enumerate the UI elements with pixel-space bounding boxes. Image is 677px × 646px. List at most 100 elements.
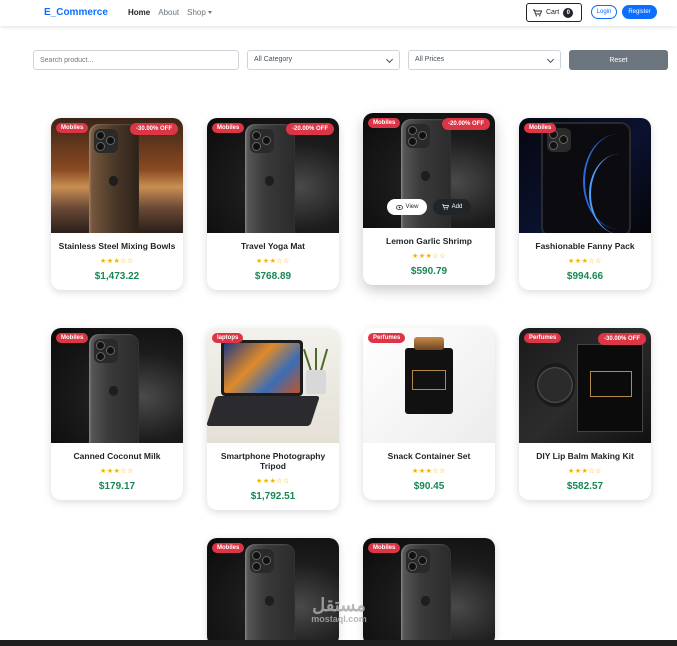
phone-graphic <box>245 124 295 233</box>
rating-stars: ★★★☆☆ <box>256 478 290 485</box>
product-price: $1,473.22 <box>94 271 140 282</box>
view-button[interactable]: View <box>387 199 427 215</box>
category-badge: Mobiles <box>368 543 401 553</box>
cart-label: Cart <box>546 9 560 16</box>
login-button[interactable]: Login <box>591 5 617 19</box>
product-price: $90.45 <box>413 481 445 492</box>
product-card[interactable]: Mobiles <box>207 538 339 646</box>
discount-badge: -30.00% OFF <box>129 123 178 135</box>
product-image[interactable]: Mobiles <box>51 328 183 443</box>
phone-graphic <box>401 544 451 646</box>
product-name[interactable]: Fashionable Fanny Pack <box>525 241 645 251</box>
camera-module <box>250 549 274 573</box>
product-price: $994.66 <box>566 271 604 282</box>
category-select[interactable]: All Category <box>247 50 400 70</box>
camera-module <box>250 129 274 153</box>
apple-logo-icon <box>109 176 118 186</box>
phone-graphic <box>245 544 295 646</box>
product-card[interactable]: Mobiles -20.00% OFF View Add Lemon Garli… <box>363 113 495 285</box>
category-badge: laptops <box>212 333 244 343</box>
category-badge: Mobiles <box>524 123 557 133</box>
brand-logo[interactable]: E_Commerce <box>44 7 108 18</box>
product-card[interactable]: Perfumes Snack Container Set ★★★☆☆ $90.4… <box>363 328 495 500</box>
gift-box-graphic <box>577 344 643 432</box>
reset-button[interactable]: Reset <box>569 50 668 70</box>
product-name[interactable]: Snack Container Set <box>369 451 489 461</box>
product-image[interactable]: Perfumes <box>363 328 495 443</box>
product-name[interactable]: Travel Yoga Mat <box>213 241 333 251</box>
discount-badge: -20.00% OFF <box>441 118 490 130</box>
product-image[interactable]: Mobiles -30.00% OFF <box>51 118 183 233</box>
category-badge: Mobiles <box>368 118 401 128</box>
search-input[interactable] <box>33 50 239 70</box>
product-name[interactable]: Canned Coconut Milk <box>57 451 177 461</box>
add-to-cart-button[interactable]: Add <box>433 199 471 215</box>
nav-links: Home About Shop <box>128 8 212 17</box>
product-price: $590.79 <box>410 266 448 277</box>
phone-graphic <box>89 334 139 443</box>
category-badge: Mobiles <box>212 123 245 133</box>
laptop-keyboard <box>207 396 320 426</box>
product-card[interactable]: laptops Smartphone Photography Tripod ★★… <box>207 328 339 510</box>
product-image[interactable]: Mobiles -20.00% OFF <box>207 118 339 233</box>
bottom-bar <box>0 640 677 646</box>
rating-stars: ★★★☆☆ <box>568 468 602 475</box>
rating-stars: ★★★☆☆ <box>100 258 134 265</box>
category-badge: Perfumes <box>368 333 406 343</box>
product-image[interactable]: Mobiles <box>519 118 651 233</box>
product-card[interactable]: Perfumes -30.00% OFF DIY Lip Balm Making… <box>519 328 651 500</box>
product-card[interactable]: Mobiles -30.00% OFF Stainless Steel Mixi… <box>51 118 183 290</box>
camera-module <box>406 124 430 148</box>
category-badge: Mobiles <box>212 543 245 553</box>
cart-icon <box>441 204 449 210</box>
view-button-label: View <box>405 204 419 210</box>
price-select-value: All Prices <box>415 56 445 63</box>
chevron-down-icon <box>546 55 555 64</box>
watermark-arabic: مستقل <box>312 595 366 615</box>
camera-module <box>94 339 118 363</box>
product-name[interactable]: Lemon Garlic Shrimp <box>369 236 489 246</box>
price-select[interactable]: All Prices <box>408 50 561 70</box>
product-image[interactable]: laptops <box>207 328 339 443</box>
category-badge: Mobiles <box>56 333 89 343</box>
product-card[interactable]: Mobiles -20.00% OFF Travel Yoga Mat ★★★☆… <box>207 118 339 290</box>
discount-badge: -30.00% OFF <box>597 333 646 345</box>
laptop-graphic <box>221 340 303 396</box>
apple-logo-icon <box>265 596 274 606</box>
hover-actions: View Add <box>387 199 471 215</box>
nav-link-shop[interactable]: Shop <box>187 8 212 17</box>
product-name[interactable]: Smartphone Photography Tripod <box>213 451 333 471</box>
category-badge: Perfumes <box>524 333 562 343</box>
product-name[interactable]: DIY Lip Balm Making Kit <box>525 451 645 461</box>
eye-icon <box>395 204 403 210</box>
product-image[interactable]: Mobiles -20.00% OFF View Add <box>363 113 495 228</box>
rating-stars: ★★★☆☆ <box>412 468 446 475</box>
rating-stars: ★★★☆☆ <box>100 468 134 475</box>
chevron-down-icon <box>207 11 212 15</box>
product-card[interactable]: Mobiles <box>363 538 495 646</box>
product-image[interactable]: Mobiles <box>207 538 339 646</box>
apple-logo-icon <box>421 596 430 606</box>
filter-bar: All Category All Prices Reset <box>0 50 677 70</box>
rating-stars: ★★★☆☆ <box>568 258 602 265</box>
category-badge: Mobiles <box>56 123 89 133</box>
nav-link-about[interactable]: About <box>158 8 179 17</box>
apple-logo-icon <box>421 171 430 181</box>
product-card[interactable]: Mobiles Canned Coconut Milk ★★★☆☆ $179.1… <box>51 328 183 500</box>
product-card[interactable]: Mobiles Fashionable Fanny Pack ★★★☆☆ $99… <box>519 118 651 290</box>
apple-logo-icon <box>109 386 118 396</box>
product-price: $768.89 <box>254 271 292 282</box>
category-select-value: All Category <box>254 56 293 63</box>
plant-graphic <box>303 348 329 394</box>
product-name[interactable]: Stainless Steel Mixing Bowls <box>57 241 177 251</box>
rating-stars: ★★★☆☆ <box>256 258 290 265</box>
camera-module <box>406 549 430 573</box>
cart-button[interactable]: Cart 0 <box>526 3 582 22</box>
product-image[interactable]: Perfumes -30.00% OFF <box>519 328 651 443</box>
register-button[interactable]: Register <box>622 5 657 19</box>
nav-link-home[interactable]: Home <box>128 8 150 17</box>
cart-count-badge: 0 <box>563 7 574 18</box>
watermark-latin: mostaql.com <box>311 614 367 624</box>
product-price: $582.57 <box>566 481 604 492</box>
product-image[interactable]: Mobiles <box>363 538 495 646</box>
